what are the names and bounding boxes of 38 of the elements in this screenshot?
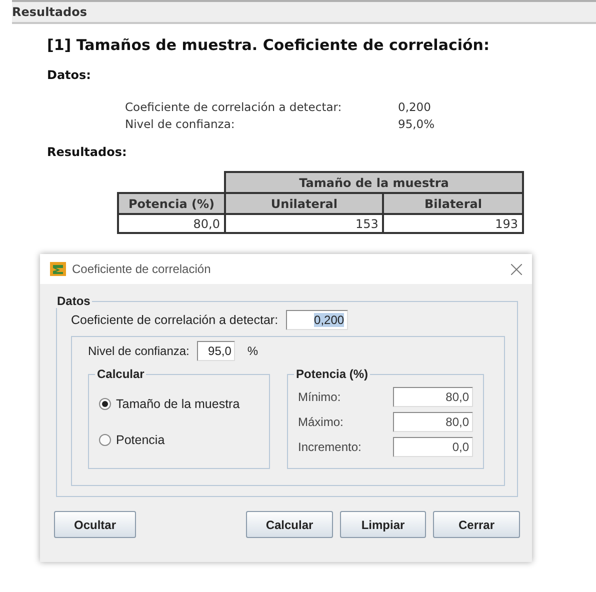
table-cell: 153 bbox=[225, 214, 384, 233]
table-cell: 80,0 bbox=[118, 214, 225, 233]
app-icon bbox=[50, 262, 66, 276]
dialog-button[interactable]: Calcular bbox=[246, 511, 333, 538]
field-label: Mínimo: bbox=[298, 390, 341, 404]
field-label: Incremento: bbox=[298, 440, 362, 454]
close-icon[interactable] bbox=[511, 264, 522, 274]
dialog-button[interactable]: Limpiar bbox=[340, 511, 426, 538]
section-title: Resultados: bbox=[47, 145, 128, 159]
field-label: Coeficiente de correlación a detectar: bbox=[71, 313, 278, 327]
input-field[interactable]: 80,0 bbox=[393, 412, 473, 432]
group-title: Datos bbox=[56, 294, 92, 308]
data-label: Nivel de confianza: bbox=[125, 117, 236, 131]
field-label: Máximo: bbox=[298, 415, 344, 429]
radio-option[interactable]: Potencia bbox=[99, 429, 259, 451]
table-header: Bilateral bbox=[383, 193, 523, 214]
dialog-button[interactable]: Ocultar bbox=[54, 511, 136, 538]
table-header: Unilateral bbox=[225, 193, 384, 214]
table-header: Tamaño de la muestra bbox=[225, 172, 523, 193]
input-field[interactable]: 0,0 bbox=[393, 437, 473, 457]
input-field[interactable]: 80,0 bbox=[393, 387, 473, 407]
panel-title: Resultados bbox=[12, 0, 596, 24]
radio-option[interactable]: Tamaño de la muestra bbox=[99, 393, 259, 415]
report-heading: [1] Tamaños de muestra. Coeficiente de correlación: bbox=[47, 36, 490, 54]
data-label: Coeficiente de correlación a detectar: bbox=[125, 100, 343, 114]
data-value: 95,0% bbox=[398, 117, 436, 131]
table-header: Potencia (%) bbox=[118, 193, 225, 214]
group-title: Calcular bbox=[96, 367, 146, 381]
field-label: Nivel de confianza: bbox=[88, 344, 190, 358]
section-title: Datos: bbox=[47, 68, 92, 82]
input-field[interactable]: 0,200 bbox=[286, 310, 348, 330]
dialog-button[interactable]: Cerrar bbox=[433, 511, 520, 538]
data-value: 0,200 bbox=[398, 100, 432, 114]
table-cell: 193 bbox=[383, 214, 523, 233]
input-field[interactable]: 95,0 bbox=[197, 341, 236, 361]
unit-label: % bbox=[247, 344, 258, 358]
group-title: Potencia (%) bbox=[295, 367, 370, 381]
dialog-title: Coeficiente de correlación bbox=[72, 262, 212, 276]
